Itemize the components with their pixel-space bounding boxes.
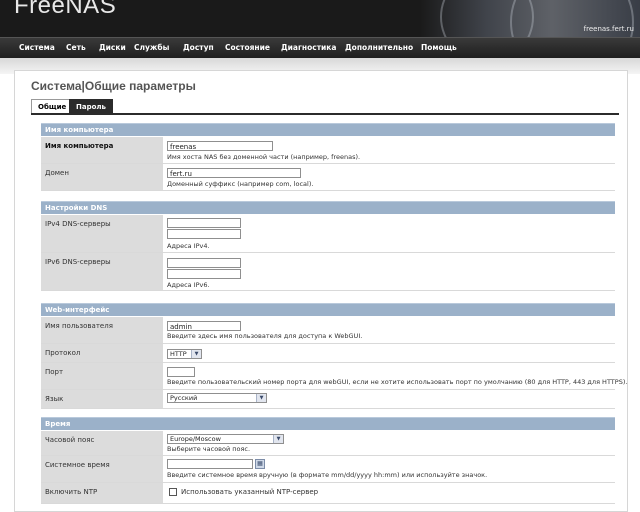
row-language: Язык Русский ▼ — [41, 390, 615, 409]
section-time-header: Время — [41, 417, 615, 430]
ntp-checkbox[interactable] — [169, 488, 177, 496]
row-domain: Домен fert.ru Доменный суффикс (например… — [41, 164, 615, 191]
calendar-icon[interactable]: ▦ — [255, 459, 265, 469]
menu-help[interactable]: Помощь — [421, 43, 457, 52]
domain-hint: Доменный суффикс (например com, local). — [167, 180, 314, 188]
content-panel: Система|Общие параметры Общие Пароль Имя… — [14, 70, 628, 512]
ipv4dns-label: IPv4 DNS-серверы — [41, 215, 163, 252]
chevron-down-icon: ▼ — [191, 350, 201, 358]
ntp-checkbox-label[interactable]: Использовать указанный NTP-сервер — [181, 488, 318, 496]
port-hint: Введите пользовательский номер порта для… — [167, 378, 628, 386]
row-hostname: Имя компьютера freenas Имя хоста NAS без… — [41, 137, 615, 164]
ipv6dns-input-2[interactable] — [167, 269, 241, 279]
ntp-label: Включить NTP — [41, 483, 163, 503]
row-ipv6dns: IPv6 DNS-серверы Адреса IPv6. — [41, 253, 615, 291]
row-ipv4dns: IPv4 DNS-серверы Адреса IPv4. — [41, 215, 615, 253]
domain-label: Домен — [41, 164, 163, 190]
username-hint: Введите здесь имя пользователя для досту… — [167, 332, 363, 340]
domain-input[interactable]: fert.ru — [167, 168, 301, 178]
language-select[interactable]: Русский ▼ — [167, 393, 267, 403]
chevron-down-icon: ▼ — [273, 435, 283, 443]
timezone-value: Europe/Moscow — [170, 435, 221, 443]
menu-status[interactable]: Состояние — [225, 43, 270, 52]
freenas-logo: FreeNAS — [14, 0, 117, 19]
hostname-label: freenas.fert.ru — [583, 25, 634, 33]
language-label: Язык — [41, 390, 163, 408]
chevron-down-icon: ▼ — [256, 394, 266, 402]
timezone-select[interactable]: Europe/Moscow ▼ — [167, 434, 284, 444]
row-port: Порт Введите пользовательский номер порт… — [41, 363, 627, 390]
menu-diagnostics[interactable]: Диагностика — [281, 43, 336, 52]
tab-general[interactable]: Общие — [31, 99, 74, 114]
row-systime: Системное время ▦ Введите системное врем… — [41, 456, 615, 483]
ipv4dns-hint: Адреса IPv4. — [167, 242, 210, 250]
language-value: Русский — [170, 394, 198, 402]
section-web-header: Web-интерфейс — [41, 303, 615, 316]
menu-advanced[interactable]: Дополнительно — [345, 43, 413, 52]
timezone-hint: Выберите часовой пояс. — [167, 445, 251, 453]
protocol-label: Протокол — [41, 344, 163, 362]
main-menu: Система Сеть Диски Службы Доступ Состоян… — [0, 37, 640, 58]
row-timezone: Часовой пояс Europe/Moscow ▼ Выберите ча… — [41, 431, 615, 456]
ipv6dns-input-1[interactable] — [167, 258, 241, 268]
menu-access[interactable]: Доступ — [183, 43, 214, 52]
port-input[interactable] — [167, 367, 195, 377]
systime-hint: Введите системное время вручную (в форма… — [167, 471, 488, 479]
username-input[interactable]: admin — [167, 321, 241, 331]
menu-services[interactable]: Службы — [134, 43, 169, 52]
hostname-hint: Имя хоста NAS без доменной части (наприм… — [167, 153, 361, 161]
systime-input[interactable] — [167, 459, 253, 469]
page-title: Система|Общие параметры — [31, 79, 196, 93]
timezone-label: Часовой пояс — [41, 431, 163, 455]
section-hostname-header: Имя компьютера — [41, 123, 615, 136]
section-dns-header: Настройки DNS — [41, 201, 615, 214]
menu-network[interactable]: Сеть — [66, 43, 86, 52]
ipv4dns-input-2[interactable] — [167, 229, 241, 239]
row-ntp: Включить NTP Использовать указанный NTP-… — [41, 483, 615, 504]
app-header: FreeNAS freenas.fert.ru — [0, 0, 640, 37]
username-label: Имя пользователя — [41, 317, 163, 343]
row-username: Имя пользователя admin Введите здесь имя… — [41, 317, 615, 344]
ipv6dns-label: IPv6 DNS-серверы — [41, 253, 163, 290]
row-protocol: Протокол HTTP ▼ — [41, 344, 615, 363]
menu-system[interactable]: Система — [19, 43, 55, 52]
hostname-input[interactable]: freenas — [167, 141, 273, 151]
hostname-label: Имя компьютера — [41, 137, 163, 163]
tab-divider — [31, 113, 619, 115]
port-label: Порт — [41, 363, 163, 389]
protocol-value: HTTP — [170, 350, 187, 358]
ipv4dns-input-1[interactable] — [167, 218, 241, 228]
systime-label: Системное время — [41, 456, 163, 482]
ipv6dns-hint: Адреса IPv6. — [167, 281, 210, 289]
protocol-select[interactable]: HTTP ▼ — [167, 349, 202, 359]
menu-disks[interactable]: Диски — [99, 43, 126, 52]
